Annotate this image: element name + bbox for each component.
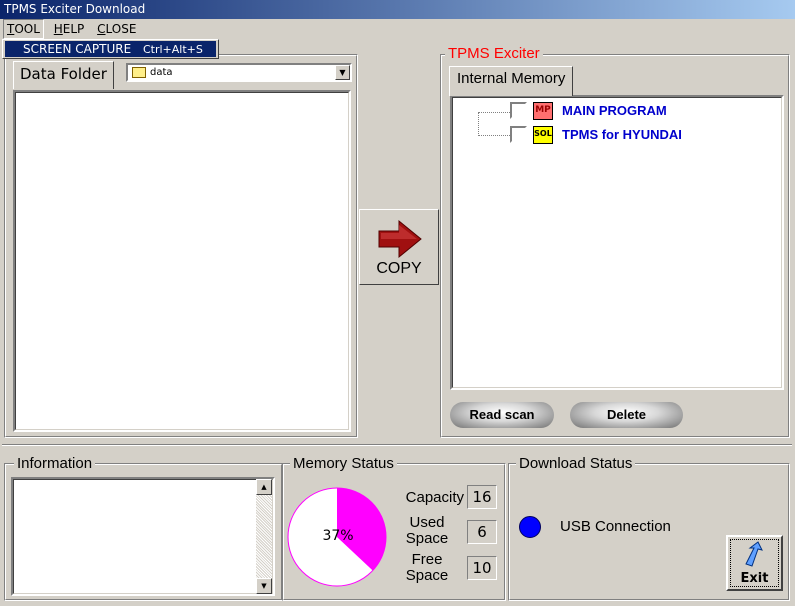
copy-button[interactable]: COPY bbox=[359, 209, 439, 285]
copy-button-label: COPY bbox=[376, 260, 422, 277]
memory-percent-text: 37% bbox=[322, 528, 354, 544]
tab-internal-memory-label: Internal Memory bbox=[457, 70, 566, 87]
capacity-label: Capacity bbox=[405, 489, 464, 506]
free-label-line2: Space bbox=[405, 567, 449, 584]
tpms-hyundai-item[interactable]: TPMS for HYUNDAI bbox=[562, 125, 682, 145]
window-title: TPMS Exciter Download bbox=[4, 2, 146, 16]
exit-label: Exit bbox=[740, 571, 769, 586]
screen-capture-shortcut: Ctrl+Alt+S bbox=[142, 43, 203, 56]
read-scan-label: Read scan bbox=[469, 407, 535, 422]
folder-icon bbox=[132, 67, 146, 78]
information-group-label: Information bbox=[14, 455, 96, 472]
main-program-label: MAIN PROGRAM bbox=[562, 103, 667, 118]
free-space-label: Free Space bbox=[394, 552, 460, 584]
free-label-line1: Free bbox=[411, 551, 443, 568]
sol-icon-text: SOL bbox=[534, 129, 552, 138]
tab-data-folder[interactable]: Data Folder bbox=[13, 61, 114, 89]
exit-button[interactable]: Exit bbox=[726, 535, 783, 591]
free-space-value: 10 bbox=[467, 556, 497, 580]
data-folder-list[interactable] bbox=[13, 90, 351, 432]
scroll-down-icon[interactable]: ▼ bbox=[256, 578, 272, 594]
used-label-line2: Space bbox=[405, 530, 449, 547]
panel-separator bbox=[2, 444, 792, 446]
tool-dropdown: SCREEN CAPTURE Ctrl+Alt+S bbox=[2, 39, 219, 59]
download-status-group-label: Download Status bbox=[516, 455, 636, 472]
download-status-title: Download Status bbox=[519, 455, 633, 472]
exit-arrow-icon bbox=[745, 541, 763, 567]
exciter-group-label: TPMS Exciter bbox=[445, 46, 543, 62]
chevron-down-icon[interactable]: ▼ bbox=[335, 65, 350, 80]
mp-file-icon: MP bbox=[533, 102, 553, 120]
information-scrollbar[interactable]: ▲ ▼ bbox=[256, 479, 272, 594]
menu-tool[interactable]: TOOL bbox=[3, 19, 44, 39]
memory-status-title: Memory Status bbox=[293, 455, 394, 472]
window-titlebar: TPMS Exciter Download bbox=[0, 0, 795, 19]
exciter-group-title: TPMS Exciter bbox=[448, 45, 540, 62]
menu-help[interactable]: HELP bbox=[51, 19, 88, 39]
scroll-up-icon[interactable]: ▲ bbox=[256, 479, 272, 495]
screen-capture-label: SCREEN CAPTURE bbox=[23, 42, 132, 56]
menu-close[interactable]: CLOSE bbox=[94, 19, 139, 39]
menubar: TOOL HELP CLOSE bbox=[0, 19, 795, 39]
main-program-item[interactable]: MAIN PROGRAM bbox=[562, 101, 667, 121]
used-space-value: 6 bbox=[467, 520, 497, 544]
screen-capture-menu-item[interactable]: SCREEN CAPTURE Ctrl+Alt+S bbox=[5, 41, 216, 57]
usb-status-indicator bbox=[519, 516, 541, 538]
tab-internal-memory[interactable]: Internal Memory bbox=[449, 66, 574, 96]
information-textbox[interactable] bbox=[11, 477, 275, 596]
tpms-hyundai-checkbox[interactable] bbox=[510, 126, 527, 143]
tpms-hyundai-label: TPMS for HYUNDAI bbox=[562, 127, 682, 142]
usb-connection-label: USB Connection bbox=[560, 518, 671, 535]
tab-data-folder-label: Data Folder bbox=[20, 65, 107, 83]
information-title: Information bbox=[17, 455, 93, 472]
capacity-value: 16 bbox=[467, 485, 497, 509]
read-scan-button[interactable]: Read scan bbox=[450, 402, 554, 428]
red-arrow-right-icon bbox=[378, 219, 422, 259]
mp-icon-text: MP bbox=[535, 105, 551, 115]
delete-label: Delete bbox=[606, 407, 647, 422]
used-space-label: Used Space bbox=[394, 515, 460, 547]
delete-button[interactable]: Delete bbox=[570, 402, 683, 428]
sol-file-icon: SOL bbox=[533, 126, 553, 144]
main-program-checkbox[interactable] bbox=[510, 102, 527, 119]
memory-status-group-label: Memory Status bbox=[290, 456, 397, 472]
folder-select[interactable]: data ▼ bbox=[126, 63, 352, 82]
tree-connector bbox=[478, 112, 510, 136]
folder-select-value: data bbox=[150, 67, 173, 78]
used-label-line1: Used bbox=[409, 514, 445, 531]
